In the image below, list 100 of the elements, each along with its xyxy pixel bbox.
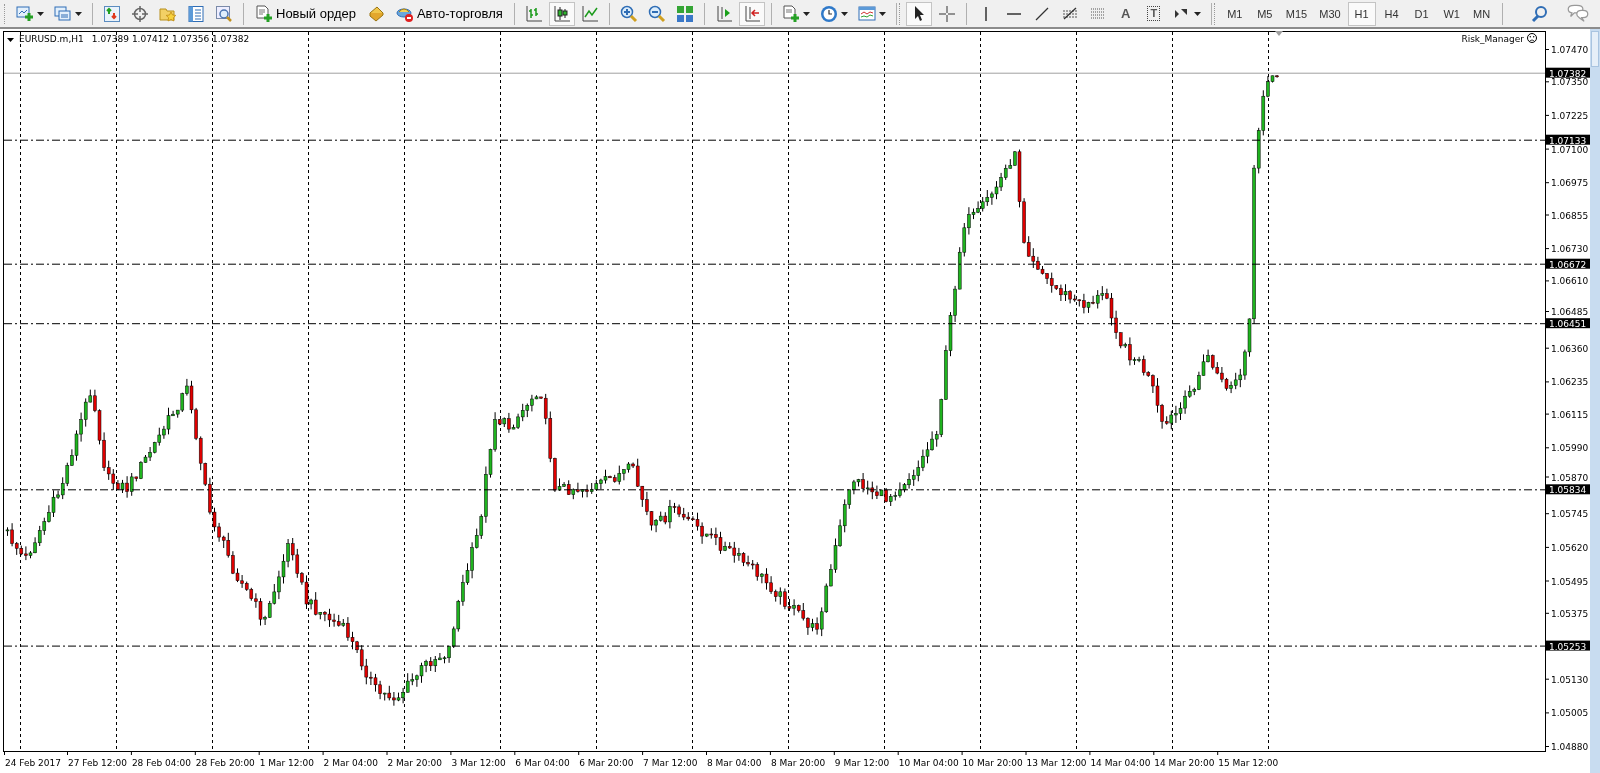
shift-marker-icon[interactable] xyxy=(1275,31,1283,36)
market-watch-icon xyxy=(103,4,121,23)
candlestick-button[interactable] xyxy=(548,1,575,26)
time-axis-label: 3 Mar 12:00 xyxy=(451,758,506,768)
timeframe-button[interactable]: H4 xyxy=(1377,1,1406,26)
tile-windows-icon xyxy=(675,4,694,23)
price-axis-label: 1.06855 xyxy=(1551,210,1589,221)
candlestick-icon xyxy=(552,4,571,23)
price-axis-label: 1.06485 xyxy=(1551,307,1589,317)
time-axis-label: 2 Mar 04:00 xyxy=(323,758,378,768)
document-plus-icon xyxy=(781,4,800,23)
zoom-out-icon xyxy=(647,4,666,23)
add-chart-icon xyxy=(16,4,34,23)
timeframe-button[interactable]: M15 xyxy=(1280,1,1313,26)
price-axis-label: 1.06730 xyxy=(1551,244,1589,255)
time-axis-label: 10 Mar 04:00 xyxy=(898,758,959,768)
timeframe-button[interactable]: D1 xyxy=(1407,1,1436,26)
time-axis-label: 8 Mar 20:00 xyxy=(770,758,826,768)
text-label-tool-button[interactable]: T xyxy=(1140,1,1167,26)
scrollbar-thumb[interactable] xyxy=(1591,31,1599,67)
time-axis-label: 28 Feb 20:00 xyxy=(195,758,255,768)
time-axis-label: 2 Mar 20:00 xyxy=(387,758,442,768)
price-axis-label: 1.07100 xyxy=(1551,144,1589,155)
time-axis-label: 15 Mar 12:00 xyxy=(1218,758,1279,768)
price-axis-label: 1.05375 xyxy=(1551,608,1589,619)
horizontal-line[interactable] xyxy=(3,139,1546,141)
cursor-button[interactable] xyxy=(905,1,932,26)
price-axis-label: 1.05745 xyxy=(1551,509,1589,520)
crosshair-icon xyxy=(131,4,149,23)
magnifier-chart-icon xyxy=(215,4,233,23)
time-axis-label: 6 Mar 04:00 xyxy=(515,758,570,768)
bar-chart-icon xyxy=(524,4,543,23)
collapse-triangle-icon[interactable] xyxy=(7,38,14,42)
timeframe-button[interactable]: M5 xyxy=(1250,1,1279,26)
timeframe-button[interactable]: W1 xyxy=(1437,1,1466,26)
price-tag: 1.06451 xyxy=(1546,318,1590,330)
price-axis-label: 1.06235 xyxy=(1551,377,1589,388)
crosshair-cursor-icon xyxy=(937,4,956,23)
time-axis-label: 13 Mar 12:00 xyxy=(1026,758,1087,768)
time-axis-label: 6 Mar 20:00 xyxy=(579,758,634,768)
price-tag: 1.06672 xyxy=(1546,258,1590,270)
chart-quote: 1.07389 1.07412 1.07356 1.07382 xyxy=(91,34,250,44)
price-axis-label: 1.05990 xyxy=(1551,443,1589,454)
horizontal-line[interactable] xyxy=(3,323,1546,325)
time-axis-label: 28 Feb 04:00 xyxy=(131,758,191,768)
auto-trading-button[interactable]: Авто-торговля xyxy=(390,1,508,26)
timeframe-button[interactable]: M1 xyxy=(1220,1,1249,26)
list-window-icon xyxy=(187,4,205,23)
price-axis-label: 1.05495 xyxy=(1551,576,1589,587)
caret-icon[interactable] xyxy=(1193,11,1201,16)
price-axis-label: 1.06115 xyxy=(1551,409,1589,420)
search-icon xyxy=(1531,4,1549,23)
text-tool-button[interactable]: A xyxy=(1112,1,1139,26)
timeframe-button[interactable]: MN xyxy=(1467,1,1496,26)
caret-icon[interactable] xyxy=(75,11,82,16)
price-tag: 1.05253 xyxy=(1546,640,1590,652)
price-axis-label: 1.06610 xyxy=(1551,276,1589,287)
caret-icon[interactable] xyxy=(37,11,44,16)
sad-face-icon xyxy=(1527,33,1537,43)
scrollbar[interactable] xyxy=(1590,29,1600,773)
document-plus-icon xyxy=(255,4,273,23)
caret-icon[interactable] xyxy=(802,11,810,16)
windows-icon xyxy=(54,4,72,23)
time-axis-label: 24 Feb 2017 xyxy=(5,758,61,768)
timeframe-button[interactable]: H1 xyxy=(1347,1,1376,26)
timeframe-button[interactable]: M30 xyxy=(1314,1,1346,26)
price-axis-label: 1.05870 xyxy=(1551,472,1589,483)
time-axis-label: 27 Feb 12:00 xyxy=(68,758,128,768)
price-axis-label: 1.07350 xyxy=(1551,77,1589,88)
price-axis-label: 1.04880 xyxy=(1551,742,1589,752)
price-tag: 1.07382 xyxy=(1546,67,1590,79)
time-axis-label: 14 Mar 04:00 xyxy=(1090,758,1151,768)
clock-icon xyxy=(819,4,838,23)
vertical-line-icon xyxy=(984,6,987,21)
autoscroll-button[interactable] xyxy=(738,1,765,26)
price-axis-label: 1.07470 xyxy=(1551,45,1589,55)
chart-shift-icon xyxy=(714,4,733,23)
time-axis-label: 8 Mar 04:00 xyxy=(707,758,762,768)
line-chart-icon xyxy=(580,4,599,23)
horizontal-line-icon xyxy=(1006,12,1021,15)
price-axis-label: 1.05130 xyxy=(1551,674,1589,685)
price-axis-label: 1.07225 xyxy=(1551,110,1589,121)
time-axis-label: 14 Mar 20:00 xyxy=(1154,758,1215,768)
price-axis-label: 1.06975 xyxy=(1551,178,1589,189)
time-axis-label: 1 Mar 12:00 xyxy=(259,758,315,768)
autoscroll-icon xyxy=(742,4,761,23)
price-axis-label: 1.06360 xyxy=(1551,343,1589,354)
price-axis-label: 1.05005 xyxy=(1551,708,1589,719)
new-order-button[interactable]: Новый ордер xyxy=(250,1,361,26)
chart-symbol: EURUSD.m,H1 xyxy=(19,34,84,44)
caret-icon[interactable] xyxy=(840,11,848,16)
price-axis-label: 1.05620 xyxy=(1551,542,1589,553)
template-icon xyxy=(857,4,876,23)
expert-name: Risk_Manager xyxy=(1461,34,1524,44)
caret-icon[interactable] xyxy=(878,11,886,16)
price-tag: 1.05834 xyxy=(1546,484,1590,496)
chat-icon xyxy=(1567,2,1589,25)
time-axis-label: 9 Mar 12:00 xyxy=(834,758,890,768)
horizontal-line[interactable] xyxy=(3,489,1546,491)
horizontal-line[interactable] xyxy=(3,263,1546,265)
